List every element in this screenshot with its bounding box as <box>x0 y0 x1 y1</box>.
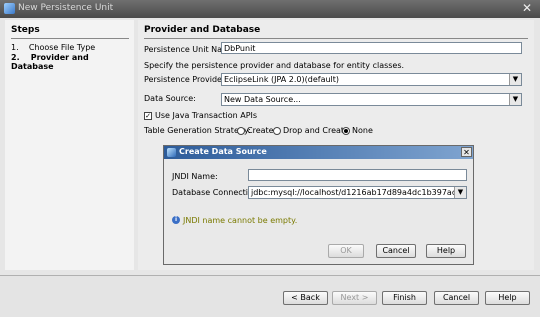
create-datasource-dialog: Create Data Source ✕ JNDI Name: Database… <box>163 145 474 265</box>
dialog-title: Create Data Source <box>179 147 267 156</box>
step-number: 2. <box>11 53 20 62</box>
jndi-name-input[interactable] <box>248 169 467 181</box>
step-label: Provider and Database <box>11 53 89 71</box>
steps-panel: Steps 1. Choose File Type 2. Provider an… <box>5 20 134 270</box>
provider-label: Persistence Provider: <box>144 75 228 84</box>
strategy-label-none: None <box>352 126 373 135</box>
strategy-radio-create[interactable] <box>237 127 245 135</box>
main-divider <box>144 38 528 39</box>
step-item-1: 1. Choose File Type <box>11 43 95 52</box>
provider-hint-text: Specify the persistence provider and dat… <box>144 61 405 70</box>
steps-divider <box>11 38 129 39</box>
wizard-button-bar: < Back Next > Finish Cancel Help <box>0 276 540 317</box>
datasource-value: New Data Source... <box>224 95 301 104</box>
strategy-label: Table Generation Strategy: <box>144 126 251 135</box>
step-label: Choose File Type <box>28 43 96 52</box>
strategy-label-drop-and-create: Drop and Create <box>283 126 349 135</box>
jta-label: Use Java Transaction APIs <box>155 111 258 120</box>
steps-heading: Steps <box>11 25 40 35</box>
strategy-radio-none[interactable] <box>342 127 350 135</box>
provider-select[interactable]: EclipseLink (JPA 2.0)(default) ▼ <box>221 73 522 86</box>
datasource-select[interactable]: New Data Source... ▼ <box>221 93 522 106</box>
close-icon[interactable]: ✕ <box>520 1 534 15</box>
dialog-app-icon <box>167 148 176 157</box>
back-button[interactable]: < Back <box>283 291 328 305</box>
provider-value: EclipseLink (JPA 2.0)(default) <box>224 75 340 84</box>
next-button[interactable]: Next > <box>332 291 377 305</box>
window-titlebar: New Persistence Unit ✕ <box>0 0 540 18</box>
dialog-ok-button[interactable]: OK <box>328 244 364 258</box>
chevron-down-icon[interactable]: ▼ <box>454 187 466 198</box>
connection-value: jdbc:mysql://localhost/d1216ab17d89a4dc1… <box>251 188 466 197</box>
page-title: Provider and Database <box>144 25 261 35</box>
dialog-close-icon[interactable]: ✕ <box>461 147 472 157</box>
step-number: 1. <box>11 43 19 52</box>
cancel-button[interactable]: Cancel <box>434 291 479 305</box>
strategy-radio-drop-and-create[interactable] <box>273 127 281 135</box>
error-message: JNDI name cannot be empty. <box>183 216 298 225</box>
dialog-titlebar: Create Data Source ✕ <box>164 146 473 159</box>
strategy-label-create: Create <box>247 126 274 135</box>
chevron-down-icon[interactable]: ▼ <box>509 94 521 105</box>
window-title: New Persistence Unit <box>18 3 114 13</box>
datasource-label: Data Source: <box>144 94 196 103</box>
help-button[interactable]: Help <box>485 291 530 305</box>
jndi-label: JNDI Name: <box>172 172 218 181</box>
netbeans-app-icon <box>4 3 15 14</box>
dialog-help-button[interactable]: Help <box>426 244 466 258</box>
info-icon: i <box>172 216 180 224</box>
connection-select[interactable]: jdbc:mysql://localhost/d1216ab17d89a4dc1… <box>248 186 467 199</box>
jta-checkbox[interactable]: ✓ <box>144 112 152 120</box>
unit-name-input[interactable]: DbPunit <box>221 42 522 54</box>
finish-button[interactable]: Finish <box>382 291 427 305</box>
dialog-cancel-button[interactable]: Cancel <box>376 244 416 258</box>
step-item-2-current: 2. Provider and Database <box>11 53 134 71</box>
chevron-down-icon[interactable]: ▼ <box>509 74 521 85</box>
